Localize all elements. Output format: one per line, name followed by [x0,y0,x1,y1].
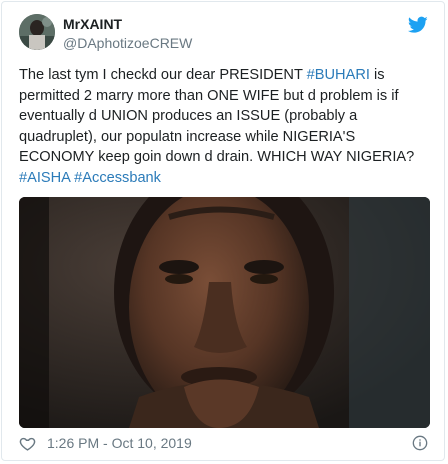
hashtag-aisha[interactable]: #AISHA [19,170,70,186]
tweet-card: MrXAINT @DAphotizoeCREW The last tym I c… [1,1,445,461]
heart-icon[interactable] [19,435,36,452]
tweet-text: The last tym I checkd our dear PRESIDENT… [19,65,431,189]
hashtag-accessbank[interactable]: #Accessbank [74,170,161,186]
display-name[interactable]: MrXAINT [63,16,122,32]
user-handle[interactable]: @DAphotizoeCREW [63,35,192,51]
twitter-bird-icon[interactable] [407,16,428,34]
hashtag-buhari[interactable]: #BUHARI [307,67,370,83]
tweet-text-segment: The last tym I checkd our dear PRESIDENT [19,67,307,83]
avatar[interactable] [19,14,55,50]
tweet-media-image[interactable] [19,197,430,428]
info-icon[interactable] [412,435,428,451]
tweet-timestamp[interactable]: 1:26 PM - Oct 10, 2019 [47,435,192,451]
